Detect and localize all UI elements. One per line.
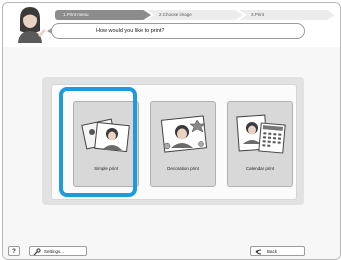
decoration-print-label: Decoration print [167,166,199,171]
prompt-text: How would you like to print? [96,28,165,34]
settings-button[interactable]: Settings... [29,246,87,256]
selection-highlight [59,87,137,197]
assistant-avatar-icon [18,7,46,43]
prompt-bubble: How would you like to print? [47,23,305,39]
step-print: 3.Print [239,10,335,20]
header: 1.Print menu 2.Choose image 3.Print How … [3,3,340,47]
decoration-print-option[interactable]: Decoration print [150,101,216,187]
app-window: 1.Print menu 2.Choose image 3.Print How … [2,2,341,260]
step-choose-image: 2.Choose image [147,10,243,20]
back-button[interactable]: Back [250,246,305,256]
step-print-menu: 1.Print menu [55,10,151,20]
calendar-print-icon [236,114,286,154]
settings-label: Settings... [44,249,65,254]
step-indicator: 1.Print menu 2.Choose image 3.Print [55,10,335,20]
calendar-print-option[interactable]: Calendar print [227,101,293,187]
wrench-icon [33,248,41,256]
decoration-print-icon [160,115,208,153]
calendar-print-label: Calendar print [245,166,275,171]
back-arrow-icon [255,249,262,255]
footer-bar: ? Settings... Back [3,243,340,259]
help-button[interactable]: ? [8,246,20,256]
back-label: Back [267,249,278,254]
